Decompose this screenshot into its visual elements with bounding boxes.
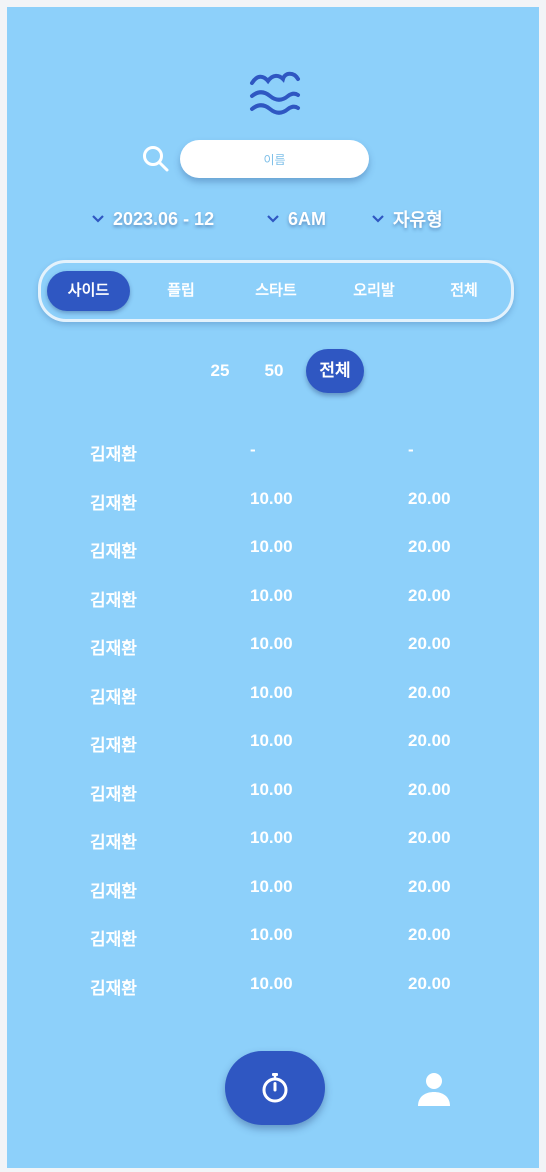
record-time-1: 10.00 bbox=[250, 683, 293, 702]
record-time-1: 10.00 bbox=[250, 634, 293, 653]
record-time-1: 10.00 bbox=[250, 828, 293, 847]
record-time-2: 20.00 bbox=[408, 974, 451, 993]
search-placeholder: 이름 bbox=[263, 152, 286, 167]
record-time-1: 10.00 bbox=[250, 586, 293, 605]
record-time-2: 20.00 bbox=[408, 586, 451, 605]
swimmer-name: 김재환 bbox=[90, 688, 137, 707]
record-time-1: 10.00 bbox=[250, 877, 293, 896]
swimmer-name: 김재환 bbox=[90, 736, 137, 755]
distance-tab-all[interactable]: 전체 bbox=[306, 349, 364, 393]
swimmer-name: 김재환 bbox=[90, 494, 137, 513]
stopwatch-icon bbox=[262, 1073, 288, 1103]
record-time-1: 10.00 bbox=[250, 537, 293, 556]
record-row: 김재환 10.00 20.00 bbox=[7, 622, 539, 670]
record-time-2: 20.00 bbox=[408, 780, 451, 799]
record-row: 김재환 10.00 20.00 bbox=[7, 574, 539, 622]
tab-flip[interactable]: 플립 bbox=[146, 271, 216, 311]
record-row: 김재환 10.00 20.00 bbox=[7, 671, 539, 719]
record-row: 김재환 10.00 20.00 bbox=[7, 477, 539, 525]
record-row: 김재환 10.00 20.00 bbox=[7, 913, 539, 961]
style-filter-label: 자유형 bbox=[393, 210, 443, 230]
record-row: 김재환 10.00 20.00 bbox=[7, 768, 539, 816]
record-row: 김재환 10.00 20.00 bbox=[7, 816, 539, 864]
record-time-1: 10.00 bbox=[250, 731, 293, 750]
app-screen: 이름 2023.06 - 12 6AM 자유형 사이드 플립 스타트 오리발 전… bbox=[7, 7, 539, 1168]
timer-nav-button[interactable] bbox=[225, 1051, 325, 1125]
chevron-down-icon bbox=[372, 215, 384, 223]
style-filter-dropdown[interactable]: 자유형 bbox=[371, 205, 443, 233]
record-time-2: 20.00 bbox=[408, 634, 451, 653]
swimmer-name: 김재환 bbox=[90, 639, 137, 658]
time-filter-dropdown[interactable]: 6AM bbox=[266, 205, 326, 233]
distance-tab-25[interactable]: 25 bbox=[199, 349, 241, 393]
record-row: 김재환 10.00 20.00 bbox=[7, 525, 539, 573]
record-time-2: 20.00 bbox=[408, 925, 451, 944]
swimmer-name: 김재환 bbox=[90, 930, 137, 949]
swimmer-name: 김재환 bbox=[90, 591, 137, 610]
person-icon[interactable] bbox=[415, 1070, 453, 1108]
search-icon[interactable] bbox=[142, 145, 170, 173]
record-time-2: 20.00 bbox=[408, 489, 451, 508]
time-filter-label: 6AM bbox=[288, 208, 327, 229]
tab-start[interactable]: 스타트 bbox=[236, 271, 316, 311]
record-time-1: 10.00 bbox=[250, 925, 293, 944]
waves-icon bbox=[250, 71, 300, 115]
record-time-2: 20.00 bbox=[408, 537, 451, 556]
chevron-down-icon bbox=[92, 215, 104, 223]
record-row: 김재환 10.00 20.00 bbox=[7, 962, 539, 1010]
record-time-2: 20.00 bbox=[408, 877, 451, 896]
swimmer-name: 김재환 bbox=[90, 833, 137, 852]
record-time-1: - bbox=[250, 440, 256, 459]
tab-fins[interactable]: 오리발 bbox=[334, 271, 414, 311]
distance-tab-50[interactable]: 50 bbox=[253, 349, 295, 393]
record-time-2: 20.00 bbox=[408, 683, 451, 702]
record-time-2: 20.00 bbox=[408, 731, 451, 750]
record-row: 김재환 - - bbox=[7, 428, 539, 476]
date-filter-dropdown[interactable]: 2023.06 - 12 bbox=[91, 205, 214, 233]
record-row: 김재환 10.00 20.00 bbox=[7, 865, 539, 913]
swimmer-name: 김재환 bbox=[90, 979, 137, 998]
record-time-1: 10.00 bbox=[250, 974, 293, 993]
swimmer-name: 김재환 bbox=[90, 445, 137, 464]
tab-all-strokes[interactable]: 전체 bbox=[434, 271, 494, 311]
swimmer-name: 김재환 bbox=[90, 882, 137, 901]
stroke-tab-bar: 사이드 플립 스타트 오리발 전체 bbox=[38, 260, 514, 322]
swimmer-name: 김재환 bbox=[90, 542, 137, 561]
record-time-2: - bbox=[408, 440, 414, 459]
tab-side[interactable]: 사이드 bbox=[47, 271, 130, 311]
name-search-input[interactable]: 이름 bbox=[180, 140, 369, 178]
record-row: 김재환 10.00 20.00 bbox=[7, 719, 539, 767]
date-filter-label: 2023.06 - 12 bbox=[113, 208, 215, 229]
record-time-1: 10.00 bbox=[250, 489, 293, 508]
swimmer-name: 김재환 bbox=[90, 785, 137, 804]
chevron-down-icon bbox=[267, 215, 279, 223]
record-time-1: 10.00 bbox=[250, 780, 293, 799]
record-time-2: 20.00 bbox=[408, 828, 451, 847]
